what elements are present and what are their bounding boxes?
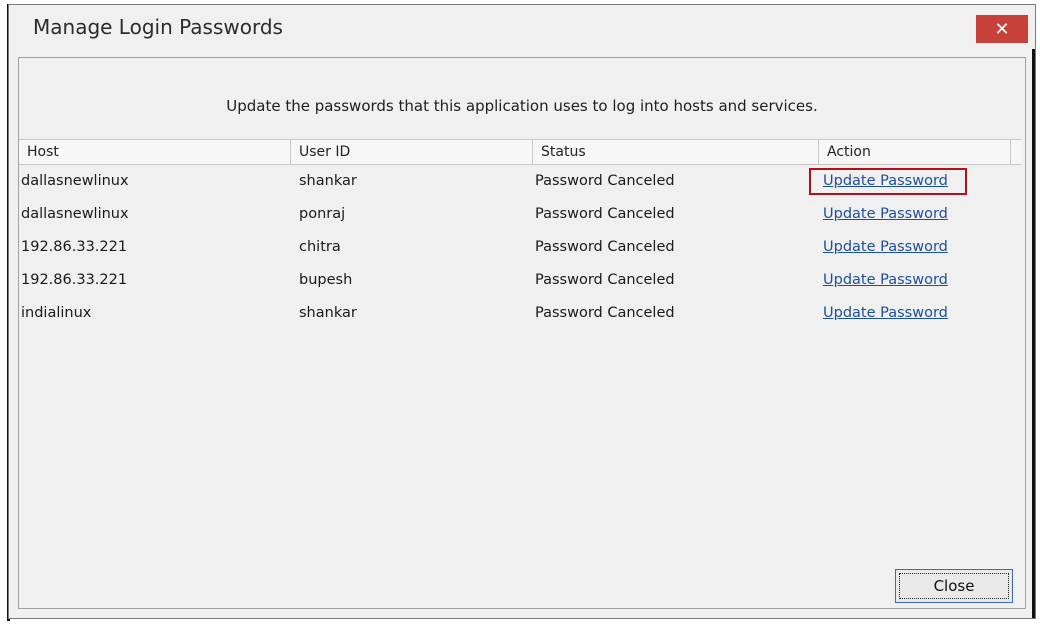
content-panel: Update the passwords that this applicati… [18,57,1026,609]
host-cell: dallasnewlinux [21,206,129,222]
description-text: Update the passwords that this applicati… [226,97,818,115]
status-cell: Password Canceled [535,305,675,321]
dialog-window: Manage Login Passwords ✕ Update the pass… [8,4,1036,619]
update-password-link[interactable]: Update Password [823,297,948,330]
status-cell: Password Canceled [535,272,675,288]
table-row: dallasnewlinux shankar Password Canceled… [19,165,1021,198]
column-header-action[interactable]: Action [819,140,1011,164]
update-password-link[interactable]: Update Password [823,198,948,231]
update-password-link[interactable]: Update Password [823,165,948,198]
host-cell: dallasnewlinux [21,173,129,189]
host-cell: 192.86.33.221 [21,272,128,288]
user-id-cell: shankar [299,305,357,321]
status-cell: Password Canceled [535,206,675,222]
title-bar[interactable]: Manage Login Passwords ✕ [9,5,1035,49]
status-cell: Password Canceled [535,173,675,189]
table-row: indialinux shankar Password Canceled Upd… [19,297,1021,330]
table-header: Host User ID Status Action [19,139,1021,165]
update-password-link[interactable]: Update Password [823,264,948,297]
close-icon: ✕ [994,18,1010,40]
status-cell: Password Canceled [535,239,675,255]
close-button-label: Close [899,573,1009,599]
host-cell: 192.86.33.221 [21,239,128,255]
window-title: Manage Login Passwords [33,15,283,39]
column-header-user-id[interactable]: User ID [291,140,533,164]
user-id-cell: bupesh [299,272,353,288]
user-id-cell: chitra [299,239,341,255]
update-password-link[interactable]: Update Password [823,231,948,264]
close-button[interactable]: Close [895,569,1013,603]
table-row: 192.86.33.221 chitra Password Canceled U… [19,231,1021,264]
passwords-table: Host User ID Status Action dallasnewlinu… [19,139,1021,330]
table-row: dallasnewlinux ponraj Password Canceled … [19,198,1021,231]
column-header-status[interactable]: Status [533,140,819,164]
user-id-cell: shankar [299,173,357,189]
table-row: 192.86.33.221 bupesh Password Canceled U… [19,264,1021,297]
user-id-cell: ponraj [299,206,346,222]
close-window-button[interactable]: ✕ [976,15,1028,43]
host-cell: indialinux [21,305,92,321]
column-header-host[interactable]: Host [19,140,291,164]
